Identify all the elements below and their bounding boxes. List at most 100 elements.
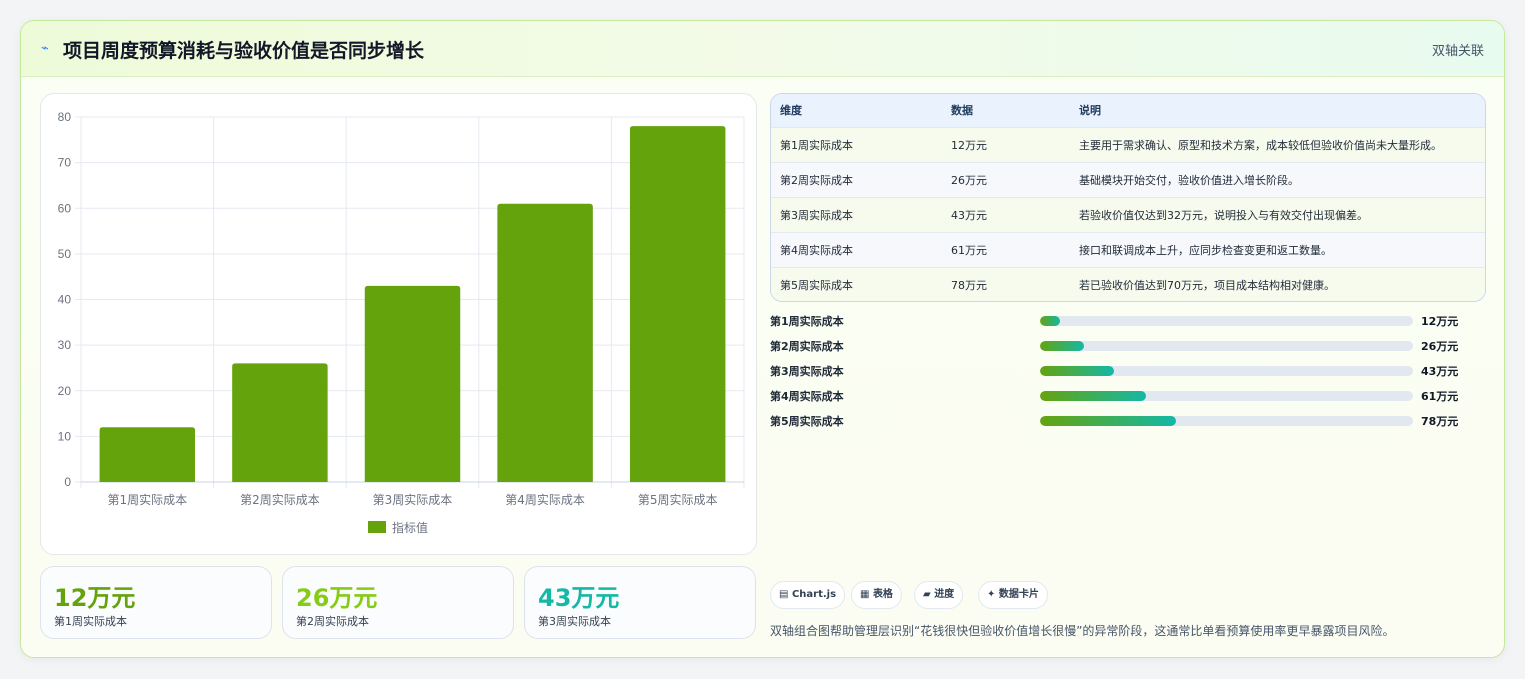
progress-label: 第2周实际成本 (770, 340, 844, 353)
progress-row: 第2周实际成本 26万元 (770, 336, 1470, 356)
table-icon: ▦ (860, 589, 870, 600)
cell-dimension: 第2周实际成本 (780, 173, 853, 187)
progress-value: 61万元 (1421, 390, 1459, 403)
y-tick-label: 80 (58, 110, 72, 124)
chip-label: 数据卡片 (998, 589, 1039, 600)
dashboard-card: ⌁ 项目周度预算消耗与验收价值是否同步增长 双轴关联 0 10 20 30 40 50 60… (20, 20, 1505, 658)
legend-label: 指标值 (392, 520, 428, 535)
progress-row: 第3周实际成本 43万元 (770, 361, 1470, 381)
bar (99, 427, 196, 482)
progress-track (1040, 316, 1413, 326)
progress-fill (1040, 341, 1084, 351)
lightning-icon: ⌁ (41, 41, 49, 56)
bar (497, 203, 593, 482)
progress-value: 26万元 (1421, 340, 1459, 353)
sparkle-icon: ✦ (987, 589, 996, 600)
table-row: 第2周实际成本 26万元 基础模块开始交付，验收价值进入增长阶段。 (771, 162, 1485, 197)
cell-description: 主要用于需求确认、原型和技术方案，成本较低但验收价值尚未大量形成。 (1079, 138, 1442, 152)
footnote: 双轴组合图帮助管理层识别“花钱很快但验收价值增长很慢”的异常阶段，这通常比单看预… (770, 624, 1395, 638)
chip-label: Chart.js (791, 589, 837, 600)
page-title: 项目周度预算消耗与验收价值是否同步增长 (63, 40, 425, 62)
data-table: 维度 数据 说明 第1周实际成本 12万元 主要用于需求确认、原型和技术方案，成… (770, 93, 1486, 302)
progress-value: 12万元 (1421, 315, 1459, 328)
table-row: 第1周实际成本 12万元 主要用于需求确认、原型和技术方案，成本较低但验收价值尚… (771, 127, 1485, 162)
x-tick-label: 第2周实际成本 (240, 492, 320, 507)
progress-fill (1040, 391, 1147, 401)
x-tick-label: 第5周实际成本 (638, 492, 718, 507)
column-header: 维度 (780, 104, 802, 118)
cell-data: 43万元 (951, 208, 987, 222)
kpi-label: 第3周实际成本 (538, 615, 611, 628)
progress-fill (1040, 366, 1114, 376)
cell-dimension: 第5周实际成本 (780, 278, 853, 292)
progress-fill (1040, 316, 1061, 326)
dual-axis-tag: 双轴关联 (1431, 44, 1484, 59)
table-header-row: 维度 数据 说明 (771, 94, 1485, 127)
y-tick-label: 20 (58, 384, 72, 398)
progress-value: 78万元 (1421, 415, 1459, 428)
y-tick-label: 40 (58, 293, 72, 307)
chip-label: 进度 (934, 589, 955, 600)
y-tick-label: 60 (58, 201, 72, 215)
progress-track (1040, 366, 1413, 376)
progress-label: 第1周实际成本 (770, 315, 844, 328)
progress-track (1040, 416, 1413, 426)
bar (232, 363, 328, 482)
x-tick-label: 第4周实际成本 (505, 492, 585, 507)
chip-data-card[interactable]: ✦ 数据卡片 (978, 581, 1048, 609)
cell-data: 78万元 (951, 278, 987, 292)
progress-row: 第1周实际成本 12万元 (770, 311, 1470, 331)
chip-progress[interactable]: ▰ 进度 (914, 581, 964, 609)
progress-row: 第4周实际成本 61万元 (770, 386, 1470, 406)
table-row: 第5周实际成本 78万元 若已验收价值达到70万元，项目成本结构相对健康。 (771, 267, 1485, 301)
chart-icon: ▤ (779, 589, 789, 600)
cell-description: 若已验收价值达到70万元，项目成本结构相对健康。 (1079, 278, 1335, 292)
progress-icon: ▰ (923, 589, 931, 600)
bar (364, 285, 461, 482)
progress-track (1040, 391, 1413, 401)
cell-dimension: 第1周实际成本 (780, 138, 853, 152)
progress-fill (1040, 416, 1177, 426)
progress-label: 第4周实际成本 (770, 390, 844, 403)
y-tick-label: 0 (64, 475, 71, 489)
chip-label: 表格 (872, 589, 893, 600)
kpi-label: 第2周实际成本 (296, 615, 369, 628)
y-tick-label: 50 (58, 247, 72, 261)
column-header: 数据 (951, 104, 973, 118)
cell-dimension: 第4周实际成本 (780, 243, 853, 257)
cell-data: 26万元 (951, 173, 987, 187)
x-tick-label: 第1周实际成本 (107, 492, 187, 507)
table-row: 第3周实际成本 43万元 若验收价值仅达到32万元，说明投入与有效交付出现偏差。 (771, 197, 1485, 232)
cell-data: 12万元 (951, 138, 987, 152)
bar (629, 126, 726, 482)
progress-label: 第5周实际成本 (770, 415, 844, 428)
y-tick-label: 70 (58, 156, 72, 170)
kpi-value: 12万元 (54, 584, 136, 612)
kpi-card-week3: 43万元 第3周实际成本 (524, 566, 756, 639)
table-row: 第4周实际成本 61万元 接口和联调成本上升，应同步检查变更和返工数量。 (771, 232, 1485, 267)
kpi-card-week1: 12万元 第1周实际成本 (40, 566, 272, 639)
cell-description: 基础模块开始交付，验收价值进入增长阶段。 (1079, 173, 1299, 187)
progress-track (1040, 341, 1413, 351)
x-tick-label: 第3周实际成本 (373, 492, 453, 507)
progress-label: 第3周实际成本 (770, 365, 844, 378)
legend-swatch (368, 521, 386, 533)
column-header: 说明 (1079, 104, 1101, 118)
y-tick-label: 30 (58, 338, 72, 352)
cell-description: 若验收价值仅达到32万元，说明投入与有效交付出现偏差。 (1079, 208, 1368, 222)
cell-data: 61万元 (951, 243, 987, 257)
kpi-card-week2: 26万元 第2周实际成本 (282, 566, 514, 639)
cell-dimension: 第3周实际成本 (780, 208, 853, 222)
chip-table[interactable]: ▦ 表格 (851, 581, 902, 609)
kpi-value: 26万元 (296, 584, 378, 612)
bar-chart-panel: 0 10 20 30 40 50 60 70 80 第1周实际成本 第2周实际成本 第3周实际成本 第4… (40, 93, 757, 555)
chip-chartjs[interactable]: ▤ Chart.js (770, 581, 846, 609)
bar-chart: 0 10 20 30 40 50 60 70 80 第1周实际成本 第2周实际成本 第3周实际成本 第4… (58, 110, 745, 535)
cell-description: 接口和联调成本上升，应同步检查变更和返工数量。 (1079, 243, 1332, 257)
card-header: ⌁ 项目周度预算消耗与验收价值是否同步增长 双轴关联 (21, 21, 1504, 77)
progress-row: 第5周实际成本 78万元 (770, 411, 1470, 431)
y-tick-label: 10 (58, 429, 72, 443)
kpi-value: 43万元 (538, 584, 620, 612)
progress-value: 43万元 (1421, 365, 1459, 378)
kpi-label: 第1周实际成本 (54, 615, 127, 628)
